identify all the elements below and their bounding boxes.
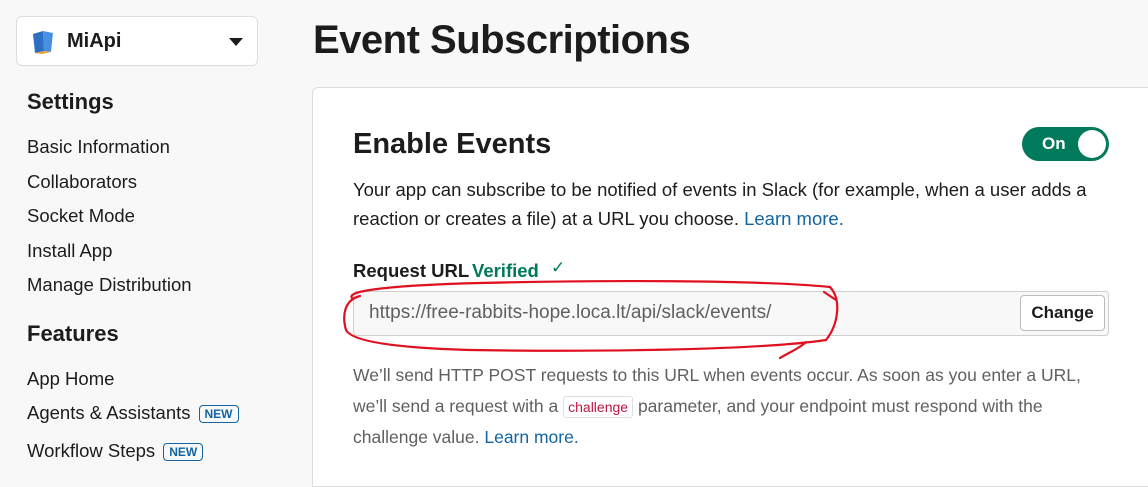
book-icon [33, 31, 53, 54]
sidebar-item-label: Workflow Steps [27, 440, 156, 461]
sidebar-item-manage-distribution[interactable]: Manage Distribution [27, 274, 192, 296]
features-heading: Features [27, 321, 119, 346]
page-title: Event Subscriptions [313, 18, 691, 62]
sidebar-item-basic-information[interactable]: Basic Information [27, 136, 170, 158]
sidebar-item-app-home[interactable]: App Home [27, 368, 114, 390]
chevron-down-icon[interactable] [229, 38, 243, 46]
change-button[interactable]: Change [1020, 295, 1105, 331]
enable-events-toggle[interactable]: On [1022, 127, 1109, 161]
checkmark-icon: ✓ [551, 258, 566, 277]
app-switcher[interactable]: MiApi [16, 16, 258, 66]
challenge-code: challenge [563, 396, 634, 418]
description-text: Your app can subscribe to be notified of… [353, 179, 1087, 229]
settings-heading: Settings [27, 89, 114, 114]
sidebar-item-agents-assistants[interactable]: Agents & Assistants NEW [27, 402, 239, 424]
toggle-knob [1078, 130, 1106, 158]
sidebar-item-workflow-steps[interactable]: Workflow Steps NEW [27, 440, 204, 462]
request-url-label: Request URL [353, 260, 470, 281]
verified-status: Verified [472, 260, 539, 281]
sidebar-item-socket-mode[interactable]: Socket Mode [27, 205, 135, 227]
new-badge: NEW [163, 443, 204, 462]
sidebar-item-install-app[interactable]: Install App [27, 240, 112, 262]
enable-events-description: Your app can subscribe to be notified of… [353, 175, 1093, 233]
sidebar-item-collaborators[interactable]: Collaborators [27, 171, 137, 193]
request-url-help: We’ll send HTTP POST requests to this UR… [353, 360, 1093, 453]
toggle-label: On [1042, 134, 1066, 153]
sidebar-item-label: Agents & Assistants [27, 402, 191, 423]
learn-more-link[interactable]: Learn more. [744, 208, 844, 229]
app-name: MiApi [67, 30, 122, 52]
request-url-value: https://free-rabbits-hope.loca.lt/api/sl… [369, 302, 772, 323]
section-title: Enable Events [353, 128, 552, 160]
learn-more-link-2[interactable]: Learn more. [484, 427, 578, 447]
new-badge: NEW [198, 405, 239, 424]
